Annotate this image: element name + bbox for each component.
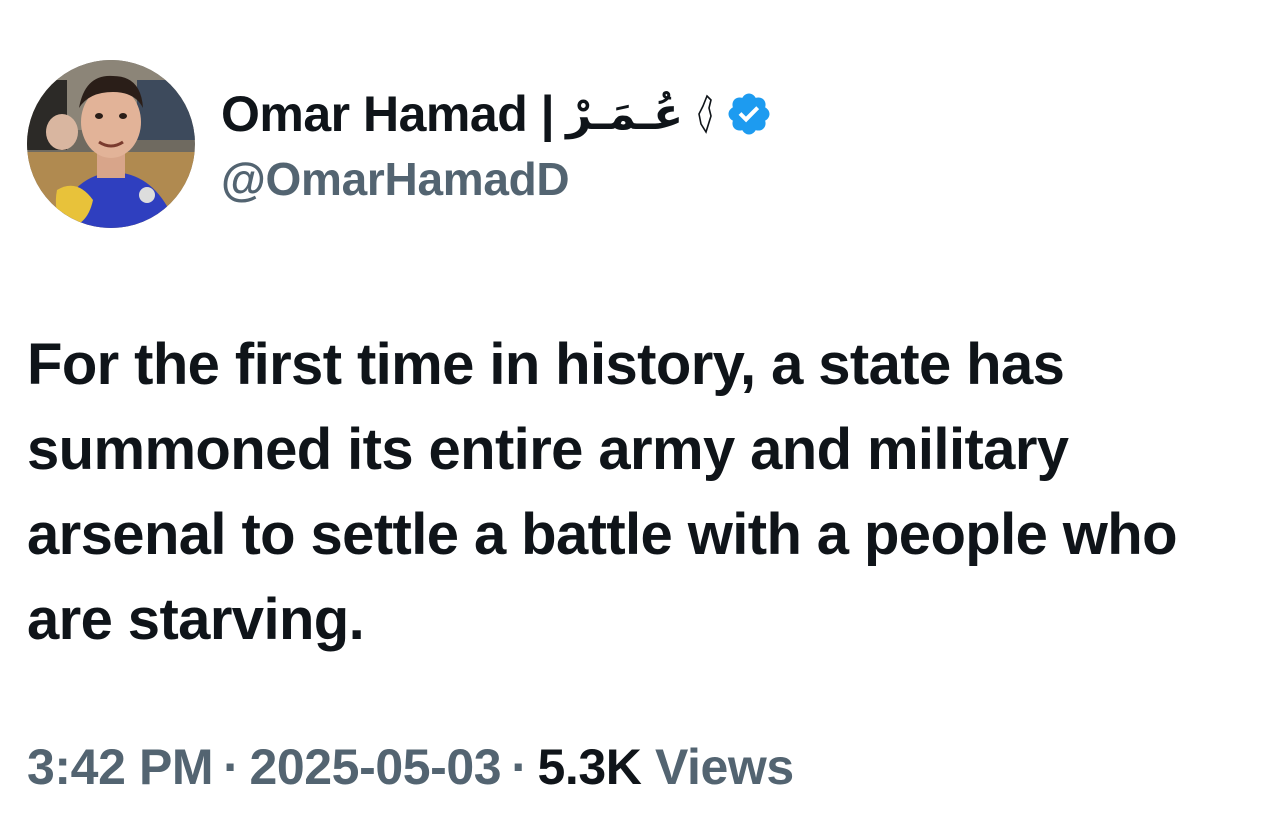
author-handle[interactable]: @OmarHamadD [221,152,773,206]
meta-separator: · [511,739,528,795]
arabic-name[interactable]: عُـمَـرْ [566,89,683,140]
meta-separator: · [223,739,240,795]
verified-badge-icon[interactable] [725,90,773,138]
avatar[interactable] [27,60,195,228]
tweet-header: Omar Hamad | عُـمَـرْ @OmarHamadD [27,60,773,228]
palestine-map-icon [695,94,715,134]
author-identity: Omar Hamad | عُـمَـرْ @OmarHamadD [221,82,773,206]
avatar-photo [27,60,195,228]
tweet-date[interactable]: 2025-05-03 [249,739,501,795]
tweet-card: Omar Hamad | عُـمَـرْ @OmarHamadD For th… [0,0,1284,836]
name-row: Omar Hamad | عُـمَـرْ [221,82,773,146]
tweet-text: For the first time in history, a state h… [27,332,1178,652]
tweet-meta: 3:42 PM · 2025-05-03 · 5.3K Views [27,738,794,796]
display-name[interactable]: Omar Hamad | [221,85,555,143]
views-count: 5.3K [537,739,642,795]
tweet-time[interactable]: 3:42 PM [27,739,214,795]
views-label: Views [654,739,794,795]
